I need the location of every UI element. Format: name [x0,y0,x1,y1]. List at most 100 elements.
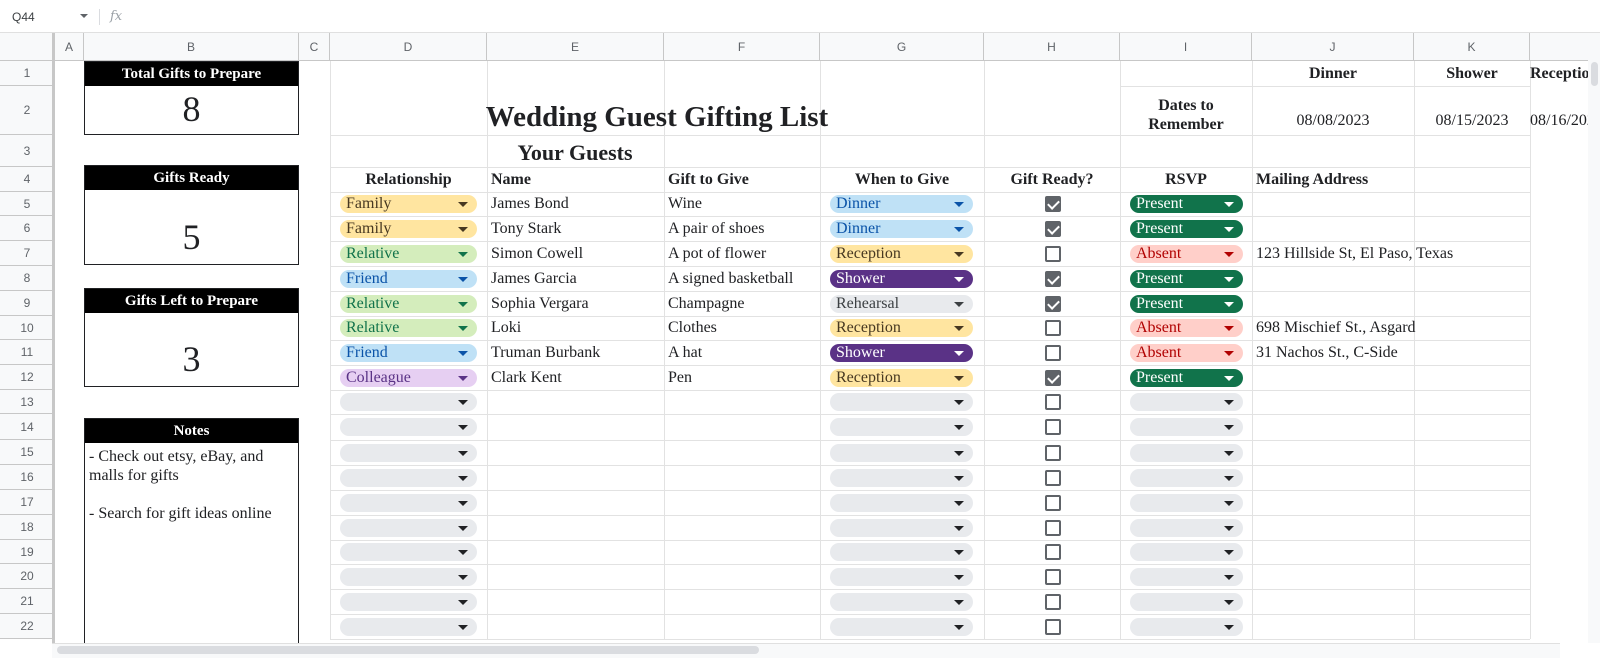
column-header-i[interactable]: I [1120,33,1252,61]
chevron-down-icon[interactable] [458,376,468,381]
cell-address[interactable] [1256,216,1556,241]
header-name[interactable]: Name [491,167,660,192]
when-to-give-dropdown[interactable]: Dinner [830,195,973,213]
page-title[interactable]: Wedding Guest Gifting List [330,99,984,135]
chevron-down-icon[interactable] [458,326,468,331]
row-header-16[interactable]: 16 [0,465,55,490]
row-header-22[interactable]: 22 [0,614,55,639]
row-header-10[interactable]: 10 [0,316,55,340]
event-date-dinner[interactable]: 08/08/2023 [1252,110,1414,132]
chevron-down-icon[interactable] [458,202,468,207]
row-header-11[interactable]: 11 [0,340,55,365]
relationship-dropdown[interactable]: Relative [340,295,477,313]
relationship-dropdown[interactable] [340,543,477,561]
cell-address[interactable]: 123 Hillside St, El Paso, Texas [1256,241,1556,266]
rsvp-dropdown[interactable]: Absent [1130,319,1243,337]
rsvp-dropdown[interactable] [1130,494,1243,512]
row-header-3[interactable]: 3 [0,135,55,167]
row-header-20[interactable]: 20 [0,564,55,589]
when-to-give-dropdown[interactable] [830,444,973,462]
chevron-down-icon[interactable] [1224,326,1234,331]
relationship-dropdown[interactable]: Colleague [340,369,477,387]
cell-gift[interactable]: Wine [668,192,816,216]
when-to-give-dropdown[interactable] [830,618,973,636]
header-rsvp[interactable]: RSVP [1124,167,1248,192]
event-name-shower[interactable]: Shower [1414,61,1530,86]
chevron-down-icon[interactable] [1224,277,1234,282]
chevron-down-icon[interactable] [954,501,964,506]
column-header-e[interactable]: E [487,33,664,61]
chevron-down-icon[interactable] [1224,252,1234,257]
cell-gift[interactable]: A pot of flower [668,241,816,266]
relationship-dropdown[interactable]: Family [340,220,477,238]
chevron-down-icon[interactable] [1224,376,1234,381]
chevron-down-icon[interactable] [458,501,468,506]
chevron-down-icon[interactable] [954,302,964,307]
rsvp-dropdown[interactable]: Present [1130,220,1243,238]
chevron-down-icon[interactable] [1224,400,1234,405]
relationship-dropdown[interactable] [340,444,477,462]
row-header-18[interactable]: 18 [0,515,55,540]
chevron-down-icon[interactable] [458,600,468,605]
cell-address[interactable] [1256,365,1556,390]
chevron-down-icon[interactable] [1224,351,1234,356]
gift-ready-checkbox[interactable] [1045,619,1061,635]
gift-ready-checkbox[interactable] [1045,320,1061,336]
vertical-scrollbar[interactable] [1588,33,1600,643]
section-subtitle[interactable]: Your Guests [330,140,820,166]
column-header-h[interactable]: H [984,33,1120,61]
cell-name[interactable]: Simon Cowell [491,241,660,266]
chevron-down-icon[interactable] [954,277,964,282]
relationship-dropdown[interactable] [340,519,477,537]
cell-gift[interactable]: A signed basketball [668,266,816,291]
relationship-dropdown[interactable] [340,393,477,411]
relationship-dropdown[interactable] [340,494,477,512]
event-name-dinner[interactable]: Dinner [1252,61,1414,86]
chevron-down-icon[interactable] [458,252,468,257]
header-gift-ready[interactable]: Gift Ready? [988,167,1116,192]
row-header-17[interactable]: 17 [0,490,55,515]
row-header-21[interactable]: 21 [0,589,55,614]
cell-gift[interactable]: Pen [668,365,816,390]
rsvp-dropdown[interactable] [1130,393,1243,411]
gift-ready-checkbox[interactable] [1045,196,1061,212]
cell-address[interactable] [1256,266,1556,291]
when-to-give-dropdown[interactable]: Reception [830,245,973,263]
chevron-down-icon[interactable] [954,376,964,381]
when-to-give-dropdown[interactable] [830,519,973,537]
cell-name[interactable]: Sophia Vergara [491,291,660,316]
when-to-give-dropdown[interactable]: Rehearsal [830,295,973,313]
chevron-down-icon[interactable] [954,227,964,232]
chevron-down-icon[interactable] [954,526,964,531]
column-header-f[interactable]: F [664,33,820,61]
cell-gift[interactable]: A pair of shoes [668,216,816,241]
rsvp-dropdown[interactable]: Present [1130,195,1243,213]
relationship-dropdown[interactable]: Family [340,195,477,213]
column-header-a[interactable]: A [55,33,84,61]
gift-ready-checkbox[interactable] [1045,246,1061,262]
header-when-to-give[interactable]: When to Give [824,167,980,192]
row-header-2[interactable]: 2 [0,86,55,135]
notes-text[interactable]: - Check out etsy, eBay, and malls for gi… [89,447,294,523]
horizontal-scroll-thumb[interactable] [57,646,759,654]
chevron-down-icon[interactable] [1224,425,1234,430]
row-header-9[interactable]: 9 [0,291,55,316]
chevron-down-icon[interactable] [458,302,468,307]
chevron-down-icon[interactable] [1224,476,1234,481]
chevron-down-icon[interactable] [954,625,964,630]
cell-name[interactable]: Clark Kent [491,365,660,390]
rsvp-dropdown[interactable] [1130,593,1243,611]
rsvp-dropdown[interactable] [1130,568,1243,586]
relationship-dropdown[interactable] [340,593,477,611]
gift-ready-checkbox[interactable] [1045,271,1061,287]
chevron-down-icon[interactable] [458,451,468,456]
cell-name[interactable]: Loki [491,316,660,340]
gift-ready-checkbox[interactable] [1045,569,1061,585]
cell-address[interactable] [1256,291,1556,316]
when-to-give-dropdown[interactable]: Dinner [830,220,973,238]
vertical-scroll-thumb[interactable] [1591,62,1598,86]
gift-ready-checkbox[interactable] [1045,345,1061,361]
column-header-j[interactable]: J [1252,33,1414,61]
chevron-down-icon[interactable] [1224,575,1234,580]
when-to-give-dropdown[interactable]: Shower [830,270,973,288]
